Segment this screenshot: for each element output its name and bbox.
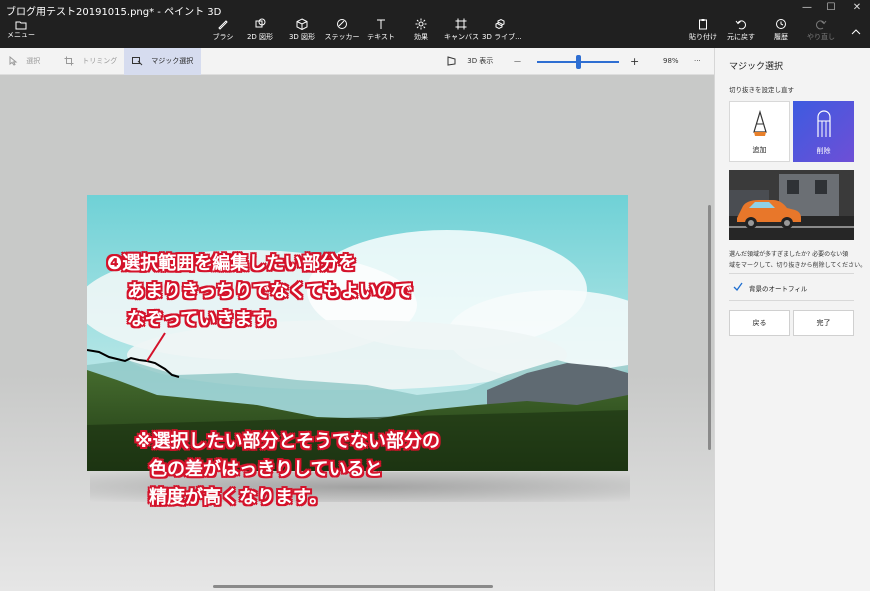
2d-shape-icon <box>243 18 277 32</box>
window-title: ブログ用テスト20191015.png* - ペイント 3D <box>6 7 222 18</box>
title-bar: ブログ用テスト20191015.png* - ペイント 3D — ☐ ✕ メニュ… <box>0 0 870 48</box>
step-annotation-line-3: なぞっていきます。 <box>127 309 287 330</box>
selection-toolbar: 選択 トリミング マジック選択 3D 表示 — + 98% ··· <box>0 48 714 75</box>
paste-icon <box>689 18 717 32</box>
menu-button[interactable]: メニュー <box>6 20 36 44</box>
done-button[interactable]: 完了 <box>793 310 854 336</box>
step-annotation-line-2: あまりきっちりでなくてもよいので <box>127 281 413 302</box>
back-button[interactable]: 戻る <box>729 310 790 336</box>
menu-label: メニュー <box>7 31 35 39</box>
redo-icon <box>807 18 835 32</box>
collapse-chevron-icon[interactable] <box>845 26 867 42</box>
brush-icon <box>208 18 238 32</box>
3d-view-icon <box>447 56 456 66</box>
pointer-icon <box>9 55 18 66</box>
note-annotation-line-2: 色の差がはっきりしていると <box>149 459 383 480</box>
preview-thumbnail <box>729 170 854 240</box>
divider <box>729 273 854 274</box>
redo-button[interactable]: やり直し <box>807 18 835 46</box>
zoom-value: 98% <box>663 57 679 65</box>
panel-title: マジック選択 <box>729 62 784 72</box>
panel-subtitle: 切り抜きを設定し直す <box>729 86 794 94</box>
paste-button[interactable]: 貼り付け <box>689 18 717 46</box>
magic-select-tool[interactable]: マジック選択 <box>124 48 201 75</box>
eraser-icon <box>816 110 831 137</box>
tool-2d-shapes-label: 2D 図形 <box>246 33 274 41</box>
crop-tool[interactable]: トリミング <box>64 48 118 75</box>
undo-icon <box>727 18 755 32</box>
magic-select-panel: マジック選択 切り抜きを設定し直す 追加 削除 選んだ領域が多すぎましたか? 必… <box>714 48 870 591</box>
undo-label: 元に戻す <box>727 33 755 41</box>
tool-2d-shapes[interactable]: 2D 図形 <box>243 18 277 46</box>
tool-3d-library-label: 3D ライブ... <box>482 33 522 41</box>
panel-description-line-2: 域をマークして、切り抜きから削除してください。 <box>729 262 867 269</box>
sun-icon <box>408 18 434 32</box>
tool-brush-label: ブラシ <box>212 33 234 41</box>
add-card[interactable]: 追加 <box>729 101 790 162</box>
view-3d-toggle[interactable]: 3D 表示 <box>447 48 497 75</box>
minimize-button[interactable]: — <box>796 0 818 16</box>
add-label: 追加 <box>752 146 767 154</box>
zoom-slider[interactable] <box>537 48 619 75</box>
tool-canvas-label: キャンバス <box>444 33 479 41</box>
close-button[interactable]: ✕ <box>846 0 868 16</box>
magic-select-label: マジック選択 <box>151 57 194 65</box>
tool-effects[interactable]: 効果 <box>408 18 434 46</box>
tool-stickers[interactable]: ステッカー <box>324 18 360 46</box>
tool-text-label: テキスト <box>367 33 395 41</box>
undo-button[interactable]: 元に戻す <box>727 18 755 46</box>
zoom-out-button[interactable]: — <box>514 48 526 75</box>
tool-effects-label: 効果 <box>414 33 428 41</box>
history-icon <box>767 18 795 32</box>
crop-icon <box>64 56 74 66</box>
text-icon <box>366 18 396 32</box>
redo-label: やり直し <box>807 33 835 41</box>
history-label: 履歴 <box>774 33 788 41</box>
select-label: 選択 <box>26 57 41 65</box>
maximize-button[interactable]: ☐ <box>820 0 842 16</box>
tool-stickers-label: ステッカー <box>324 33 360 41</box>
canvas-area[interactable]: ❹選択範囲を編集したい部分を あまりきっちりでなくてもよいので なぞっていきます… <box>0 75 714 591</box>
canvas-icon <box>444 18 478 32</box>
zoom-slider-thumb[interactable] <box>575 55 581 69</box>
crop-label: トリミング <box>82 57 118 65</box>
tool-3d-shapes[interactable]: 3D 図形 <box>285 18 319 46</box>
tool-brush[interactable]: ブラシ <box>208 18 238 46</box>
zoom-in-button[interactable]: + <box>630 48 642 75</box>
note-annotation-line-1: ※選択したい部分とそうでない部分の <box>135 431 440 452</box>
sticker-icon <box>324 18 360 32</box>
folder-icon <box>15 21 27 30</box>
tool-3d-shapes-label: 3D 図形 <box>288 33 316 41</box>
pencil-icon <box>752 109 767 136</box>
history-button[interactable]: 履歴 <box>767 18 795 46</box>
tool-3d-library[interactable]: 3D ライブ... <box>482 18 522 46</box>
panel-description: 選んだ領域が多すぎましたか? 必要のない領 域をマークして、切り抜きから削除して… <box>729 249 867 271</box>
3d-library-icon <box>482 18 518 32</box>
tool-canvas[interactable]: キャンバス <box>444 18 479 46</box>
more-options-button[interactable]: ··· <box>694 48 708 75</box>
tool-text[interactable]: テキスト <box>366 18 396 46</box>
divider <box>729 300 854 301</box>
view-3d-label: 3D 表示 <box>467 57 494 65</box>
autofill-label[interactable]: 背景のオートフィル <box>749 283 807 293</box>
remove-label: 削除 <box>816 147 831 155</box>
note-annotation-line-3: 精度が高くなります。 <box>149 487 328 508</box>
vertical-scrollbar[interactable] <box>708 205 711 450</box>
magic-select-icon <box>132 57 143 66</box>
remove-card[interactable]: 削除 <box>793 101 854 162</box>
car-preview-picture <box>729 170 854 240</box>
horizontal-scrollbar[interactable] <box>213 585 493 588</box>
paste-label: 貼り付け <box>689 33 717 41</box>
step-annotation-line-1: ❹選択範囲を編集したい部分を <box>107 253 357 274</box>
cube-icon <box>285 18 319 32</box>
panel-description-line-1: 選んだ領域が多すぎましたか? 必要のない領 <box>729 251 849 258</box>
select-tool[interactable]: 選択 <box>8 48 58 75</box>
autofill-check-icon[interactable] <box>733 282 743 293</box>
